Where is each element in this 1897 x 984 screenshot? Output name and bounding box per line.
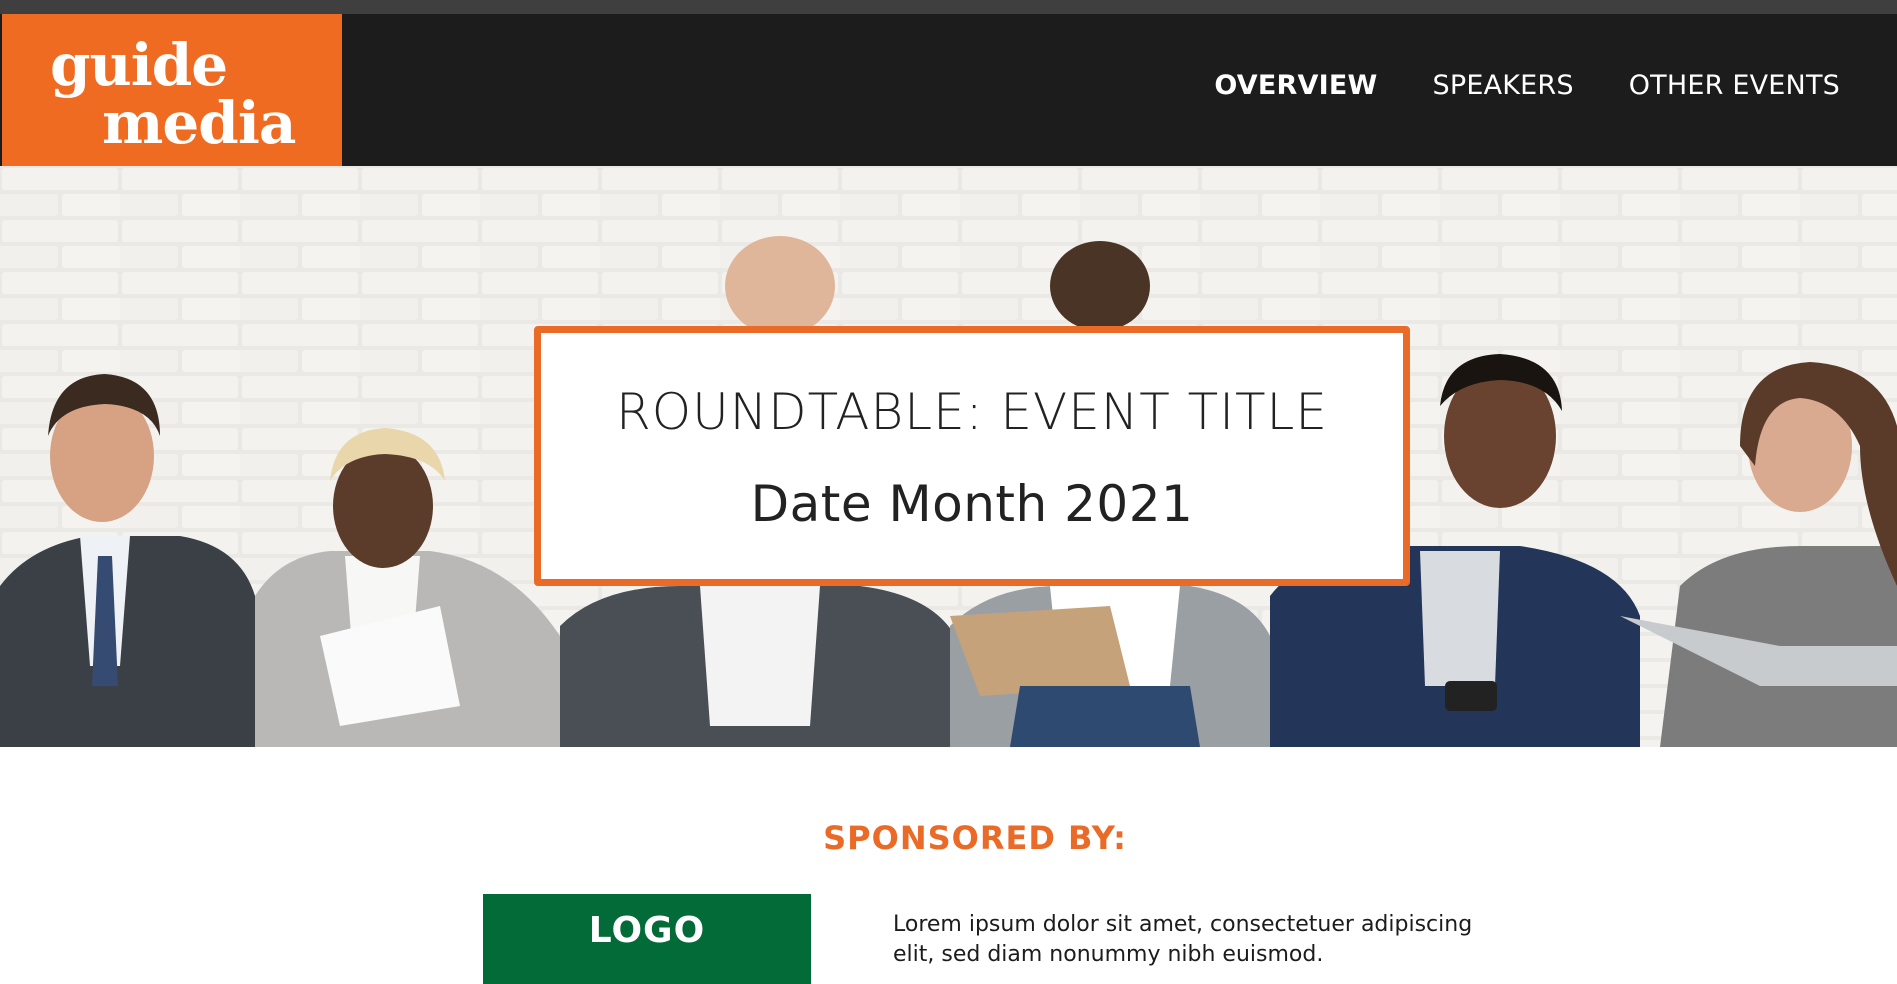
sponsor-description: Lorem ipsum dolor sit amet, consectetuer… bbox=[893, 912, 1473, 967]
sponsor-logo-label: LOGO bbox=[588, 910, 706, 951]
main-nav: OVERVIEW SPEAKERS OTHER EVENTS bbox=[1214, 70, 1840, 102]
logo-text-line1: guide bbox=[50, 31, 228, 99]
event-title: ROUNDTABLE: EVENT TITLE bbox=[616, 383, 1328, 441]
site-header: guide media OVERVIEW SPEAKERS OTHER EVEN… bbox=[0, 14, 1897, 166]
sponsor-logo[interactable]: LOGO bbox=[483, 894, 811, 984]
hero-banner: ROUNDTABLE: EVENT TITLE Date Month 2021 bbox=[0, 166, 1897, 747]
event-title-card: ROUNDTABLE: EVENT TITLE Date Month 2021 bbox=[534, 326, 1410, 586]
event-date: Date Month 2021 bbox=[750, 475, 1194, 533]
logo-text-line2: media bbox=[102, 89, 296, 157]
sponsored-heading: SPONSORED BY: bbox=[823, 819, 1127, 857]
guide-media-logo[interactable]: guide media bbox=[2, 14, 342, 166]
nav-speakers[interactable]: SPEAKERS bbox=[1433, 70, 1574, 102]
nav-overview[interactable]: OVERVIEW bbox=[1214, 70, 1377, 102]
nav-other-events[interactable]: OTHER EVENTS bbox=[1629, 70, 1840, 102]
browser-top-strip bbox=[0, 0, 1897, 14]
